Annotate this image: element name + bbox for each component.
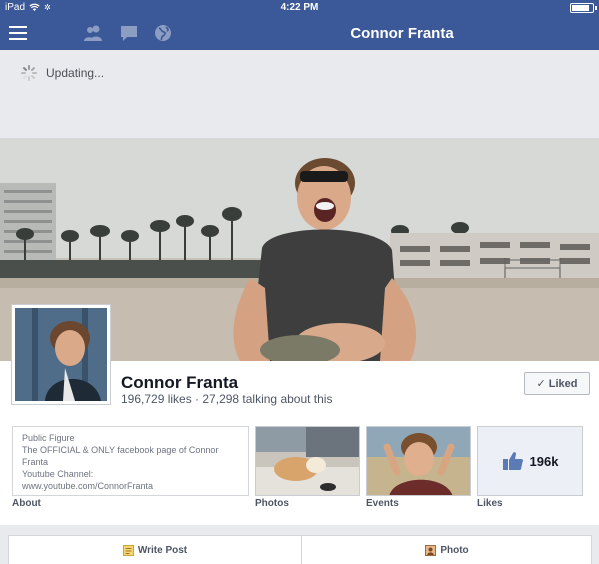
about-description-2: Franta (22, 457, 49, 467)
about-youtube-link[interactable]: www.youtube.com/ConnorFranta (22, 480, 239, 492)
about-label: About (12, 498, 41, 509)
events-thumbnail (367, 427, 470, 495)
photos-label: Photos (255, 498, 289, 509)
photos-tile[interactable] (255, 426, 360, 496)
composer-bar: Write Post Photo (8, 535, 592, 564)
about-box[interactable]: Public Figure The OFFICIAL & ONLY facebo… (12, 426, 249, 496)
status-bar: iPad ✲ 4:22 PM (0, 0, 599, 16)
loading-spinner-icon (21, 65, 37, 81)
updating-text: Updating... (46, 66, 105, 80)
photo-label: Photo (440, 545, 469, 556)
liked-label: Liked (548, 377, 578, 390)
page-name: Connor Franta (121, 373, 239, 392)
thumbs-up-icon (502, 452, 523, 470)
about-description-1: The OFFICIAL & ONLY facebook page of Con… (22, 445, 219, 455)
profile-picture[interactable] (11, 304, 111, 405)
status-time: 4:22 PM (280, 2, 319, 13)
photos-thumbnail (256, 427, 359, 495)
events-label: Events (366, 498, 399, 509)
about-youtube-label: Youtube Channel: (22, 469, 94, 479)
photo-icon (425, 545, 437, 556)
liked-button[interactable]: ✓ Liked (524, 372, 590, 395)
nav-bar: Connor Franta (0, 16, 599, 50)
battery-icon (570, 3, 597, 13)
likes-tile[interactable]: 196k (477, 426, 583, 496)
likes-count: 196k (529, 453, 559, 469)
write-post-icon (122, 545, 134, 556)
write-post-label: Write Post (137, 545, 188, 556)
events-tile[interactable] (366, 426, 471, 496)
likes-label: Likes (477, 498, 503, 509)
page-stats: 196,729 likes · 27,298 talking about thi… (121, 392, 333, 406)
page-title: Connor Franta (350, 25, 454, 42)
photo-button[interactable]: Photo (301, 536, 593, 564)
checkmark-icon: ✓ (536, 378, 546, 390)
avatar-image (15, 308, 107, 401)
updating-banner: Updating... (0, 50, 599, 138)
about-category: Public Figure (22, 433, 75, 443)
write-post-button[interactable]: Write Post (9, 536, 301, 564)
